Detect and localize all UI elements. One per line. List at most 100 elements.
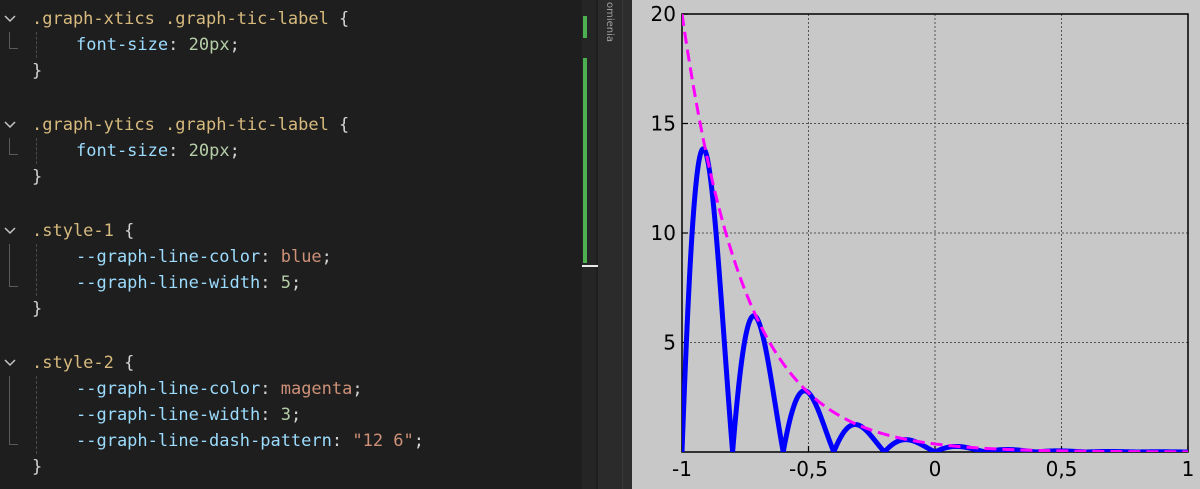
graph-chart: -1 -0,5 0 0,5 15101520: [651, 2, 1195, 481]
indent-guide: [36, 138, 37, 164]
code-token: :: [331, 431, 353, 451]
code-line[interactable]: .style-1 {: [0, 218, 582, 244]
code-token: --graph-line-color: [76, 379, 261, 399]
code-line[interactable]: }: [0, 296, 582, 322]
code-token: :: [260, 247, 281, 267]
fold-range-marker: [9, 376, 18, 445]
code-line[interactable]: --graph-line-dash-pattern: "12 6";: [0, 428, 582, 454]
fold-range-marker: [9, 32, 18, 49]
code-line[interactable]: }: [0, 454, 582, 480]
code-token: .graph-ytics .graph-tic-label: [32, 115, 329, 135]
chevron-down-icon[interactable]: [3, 112, 17, 138]
code-token: .graph-xtics .graph-tic-label: [32, 9, 329, 29]
code-token: font-size: [76, 35, 169, 55]
code-line[interactable]: .style-2 {: [0, 350, 582, 376]
code-text: .graph-xtics .graph-tic-label {: [32, 6, 349, 32]
code-editor[interactable]: .graph-xtics .graph-tic-label {font-size…: [0, 0, 582, 489]
code-token: blue: [280, 247, 322, 267]
code-token: magenta: [280, 379, 353, 399]
code-token: {: [328, 9, 350, 29]
code-text: }: [32, 164, 42, 190]
x-tick-label: 1: [1182, 457, 1195, 481]
scrollbar-change-marker: [583, 58, 587, 263]
code-token: --graph-line-dash-pattern: [76, 431, 332, 451]
code-token: }: [32, 61, 43, 81]
x-tick-label: -1: [672, 457, 692, 481]
editor-scrollbar[interactable]: [582, 0, 596, 489]
y-tick-label: 5: [663, 331, 676, 355]
y-tick-label: 15: [651, 112, 676, 136]
code-token: ;: [413, 431, 425, 451]
code-token: ;: [229, 35, 240, 55]
code-text: }: [32, 454, 42, 480]
code-token: --graph-line-width: [76, 405, 261, 425]
side-panel-strip: [598, 0, 622, 489]
code-token: ;: [290, 405, 302, 425]
side-panel-label[interactable]: omienia: [604, 2, 615, 42]
chevron-down-icon[interactable]: [3, 218, 17, 244]
code-text: --graph-line-dash-pattern: "12 6";: [76, 428, 424, 454]
fold-range-marker: [9, 138, 18, 155]
code-line[interactable]: font-size: 20px;: [0, 138, 582, 164]
code-token: ;: [290, 273, 302, 293]
fold-range-marker: [9, 244, 18, 287]
code-token: 5: [280, 273, 291, 293]
chevron-down-icon[interactable]: [3, 350, 17, 376]
code-token: :: [260, 405, 281, 425]
code-token: ;: [229, 141, 240, 161]
code-token: }: [32, 299, 43, 319]
indent-guide: [36, 32, 37, 58]
code-text: .style-2 {: [32, 350, 134, 376]
code-text: --graph-line-color: magenta;: [76, 376, 363, 402]
code-line[interactable]: .graph-ytics .graph-tic-label {: [0, 112, 582, 138]
code-token: 3: [280, 405, 291, 425]
code-line[interactable]: --graph-line-width: 5;: [0, 270, 582, 296]
code-token: {: [328, 115, 350, 135]
x-tick-label: 0: [929, 457, 942, 481]
code-text: .graph-ytics .graph-tic-label {: [32, 112, 349, 138]
chevron-down-icon[interactable]: [3, 6, 17, 32]
y-tick-label: 20: [651, 2, 676, 26]
code-token: :: [260, 379, 281, 399]
x-tick-label: -0,5: [789, 457, 828, 481]
code-text: }: [32, 296, 42, 322]
code-token: }: [32, 167, 43, 187]
y-tick-label: 10: [651, 221, 676, 245]
code-line[interactable]: --graph-line-width: 3;: [0, 402, 582, 428]
code-token: ;: [321, 247, 332, 267]
code-text: .style-1 {: [32, 218, 134, 244]
code-token: :: [168, 35, 189, 55]
code-token: 20px: [188, 141, 230, 161]
code-token: ;: [352, 379, 363, 399]
code-text: --graph-line-width: 3;: [76, 402, 301, 428]
code-token: --graph-line-width: [76, 273, 261, 293]
code-token: {: [113, 353, 135, 373]
code-line[interactable]: --graph-line-color: blue;: [0, 244, 582, 270]
code-line[interactable]: font-size: 20px;: [0, 32, 582, 58]
scrollbar-change-marker: [583, 16, 587, 38]
scrollbar-thumb[interactable]: [582, 265, 598, 267]
code-token: :: [260, 273, 281, 293]
code-token: --graph-line-color: [76, 247, 261, 267]
code-text: --graph-line-width: 5;: [76, 270, 301, 296]
code-text: }: [32, 58, 42, 84]
x-tick-label: 0,5: [1046, 457, 1078, 481]
code-text: font-size: 20px;: [76, 32, 240, 58]
code-token: :: [168, 141, 189, 161]
code-text: font-size: 20px;: [76, 138, 240, 164]
code-line[interactable]: }: [0, 164, 582, 190]
code-token: 20px: [188, 35, 230, 55]
indent-guide: [36, 376, 37, 454]
code-line[interactable]: }: [0, 58, 582, 84]
code-token: .style-2: [32, 353, 114, 373]
code-text: --graph-line-color: blue;: [76, 244, 332, 270]
code-token: .style-1: [32, 221, 114, 241]
code-token: {: [113, 221, 135, 241]
code-line[interactable]: --graph-line-color: magenta;: [0, 376, 582, 402]
code-token: "12 6": [352, 431, 414, 451]
graph-panel: -1 -0,5 0 0,5 1 5 10 15 20: [632, 0, 1200, 489]
code-token: }: [32, 457, 43, 477]
code-token: font-size: [76, 141, 169, 161]
code-line[interactable]: .graph-xtics .graph-tic-label {: [0, 6, 582, 32]
indent-guide: [36, 244, 37, 296]
